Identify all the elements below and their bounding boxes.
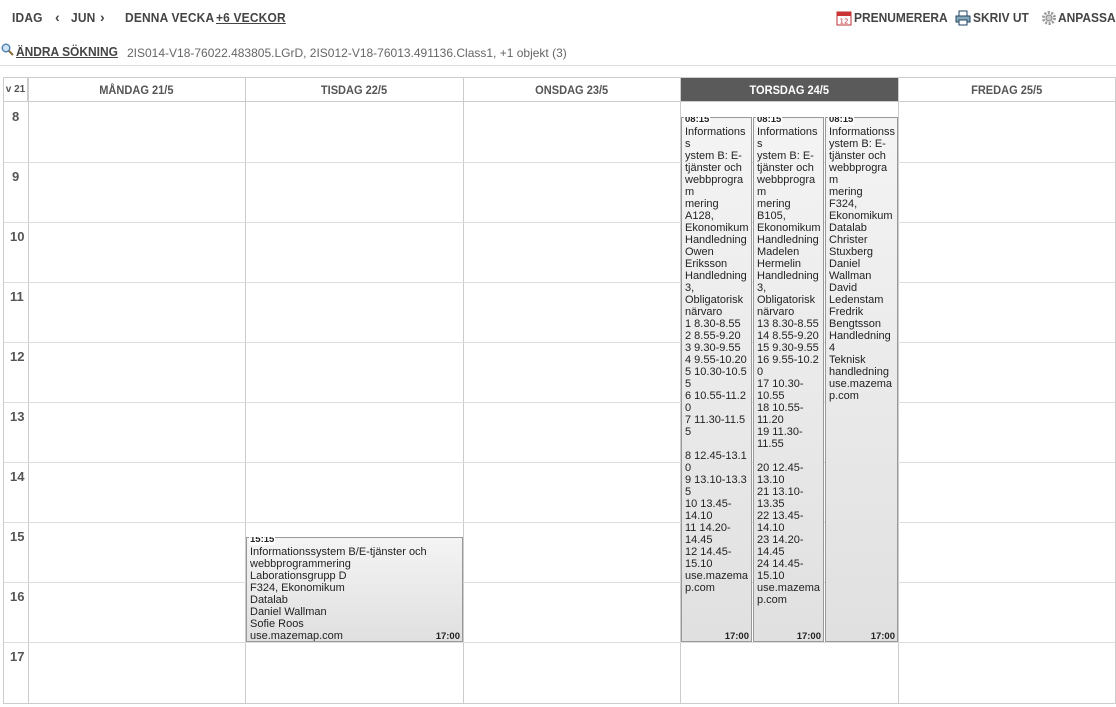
hour-divider bbox=[4, 462, 1115, 463]
hour-label: 15 bbox=[10, 529, 25, 544]
day-header-tuesday[interactable]: TISDAG 22/5 bbox=[246, 78, 464, 102]
calendar-event-thursday[interactable]: 08:15 Informationss ystem B: E- tjänster… bbox=[825, 117, 898, 642]
chevron-left-icon[interactable]: ‹ bbox=[55, 9, 60, 25]
hour-divider bbox=[4, 222, 1115, 223]
event-end-time: 17:00 bbox=[435, 631, 460, 642]
change-search-link[interactable]: ÄNDRA SÖKNING bbox=[16, 44, 118, 59]
hour-divider bbox=[4, 162, 1115, 163]
week-number: v 21 bbox=[4, 78, 28, 102]
calendar-event-thursday[interactable]: 08:15 Informationss ystem B: E- tjänster… bbox=[681, 117, 752, 642]
plus-weeks-link[interactable]: +6 VECKOR bbox=[216, 10, 286, 25]
hour-divider bbox=[4, 642, 1115, 643]
column-divider bbox=[463, 78, 464, 703]
toolbar: IDAG ‹ JUN › DENNA VECKA +6 VECKOR 12 PR… bbox=[0, 0, 1116, 36]
event-details: Informationss ystem B: E- tjänster och w… bbox=[757, 126, 821, 606]
gear-icon[interactable] bbox=[1041, 10, 1057, 26]
event-end-time: 17:00 bbox=[796, 631, 821, 642]
hour-label: 12 bbox=[10, 349, 25, 364]
calendar-icon[interactable]: 12 bbox=[836, 10, 852, 26]
calendar-event-thursday[interactable]: 08:15 Informationss ystem B: E- tjänster… bbox=[753, 117, 824, 642]
day-header-thursday[interactable]: TORSDAG 24/5 bbox=[681, 78, 899, 102]
today-button[interactable]: IDAG bbox=[12, 10, 43, 25]
hour-label: 13 bbox=[10, 409, 25, 424]
event-start-time: 08:15 bbox=[684, 117, 711, 125]
hour-label: 9 bbox=[12, 169, 20, 184]
day-header-friday[interactable]: FREDAG 25/5 bbox=[899, 78, 1115, 102]
hour-label: 14 bbox=[10, 469, 25, 484]
week-calendar: v 21 MÅNDAG 21/5 TISDAG 22/5 ONSDAG 23/5… bbox=[3, 77, 1116, 704]
event-start-time: 08:15 bbox=[828, 117, 855, 125]
customize-button[interactable]: ANPASSA bbox=[1058, 10, 1116, 25]
day-header-wednesday[interactable]: ONSDAG 23/5 bbox=[464, 78, 681, 102]
subscribe-button[interactable]: PRENUMERERA bbox=[854, 10, 948, 25]
search-bar: ÄNDRA SÖKNING 2IS014-V18-76022.483805.LG… bbox=[0, 38, 1116, 66]
event-end-time: 17:00 bbox=[724, 631, 749, 642]
event-details: Informationssystem B/E-tjänster och webb… bbox=[250, 546, 427, 642]
hour-divider bbox=[4, 342, 1115, 343]
search-summary: 2IS014-V18-76022.483805.LGrD, 2IS012-V18… bbox=[127, 46, 567, 60]
hour-divider bbox=[4, 582, 1115, 583]
hour-label: 16 bbox=[10, 589, 25, 604]
calendar-event-tuesday[interactable]: 15:15 Informationssystem B/E-tjänster oc… bbox=[246, 537, 463, 642]
hour-divider bbox=[4, 282, 1115, 283]
day-header-monday[interactable]: MÅNDAG 21/5 bbox=[28, 78, 246, 102]
hour-label: 11 bbox=[10, 289, 24, 304]
hour-label: 10 bbox=[10, 229, 25, 244]
event-details: Informationss ystem B: E- tjänster och w… bbox=[685, 126, 749, 594]
event-start-time: 08:15 bbox=[756, 117, 783, 125]
magnifier-icon[interactable] bbox=[1, 43, 14, 56]
chevron-right-icon[interactable]: › bbox=[100, 9, 105, 25]
event-start-time: 15:15 bbox=[249, 537, 276, 545]
hour-divider bbox=[4, 402, 1115, 403]
month-button[interactable]: JUN bbox=[71, 10, 95, 25]
column-divider bbox=[898, 78, 899, 703]
column-divider bbox=[28, 78, 29, 703]
event-end-time: 17:00 bbox=[870, 631, 895, 642]
this-week-button[interactable]: DENNA VECKA bbox=[125, 10, 214, 25]
printer-icon[interactable] bbox=[955, 10, 971, 26]
hour-divider bbox=[4, 522, 1115, 523]
event-details: Informationss ystem B: E- tjänster och w… bbox=[829, 126, 896, 402]
hour-label: 8 bbox=[12, 109, 20, 124]
print-button[interactable]: SKRIV UT bbox=[973, 10, 1029, 25]
hour-label: 17 bbox=[10, 649, 25, 664]
svg-text:12: 12 bbox=[840, 18, 849, 26]
